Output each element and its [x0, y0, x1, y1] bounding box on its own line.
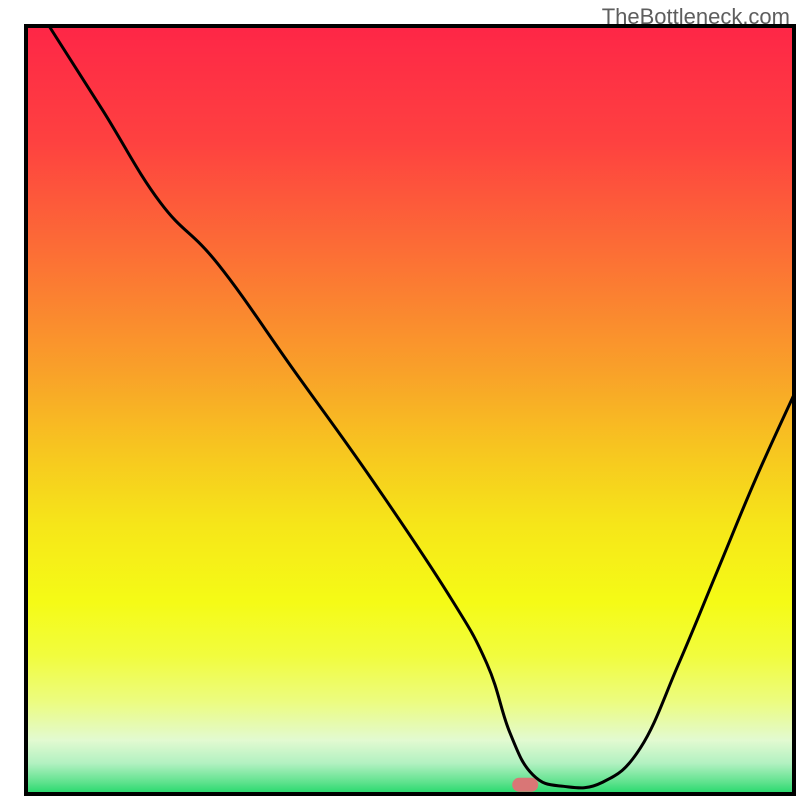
chart-svg	[0, 0, 800, 800]
gradient-background	[26, 26, 794, 794]
bottleneck-chart: TheBottleneck.com	[0, 0, 800, 800]
watermark-label: TheBottleneck.com	[602, 4, 790, 30]
optimal-point-marker	[512, 778, 538, 792]
